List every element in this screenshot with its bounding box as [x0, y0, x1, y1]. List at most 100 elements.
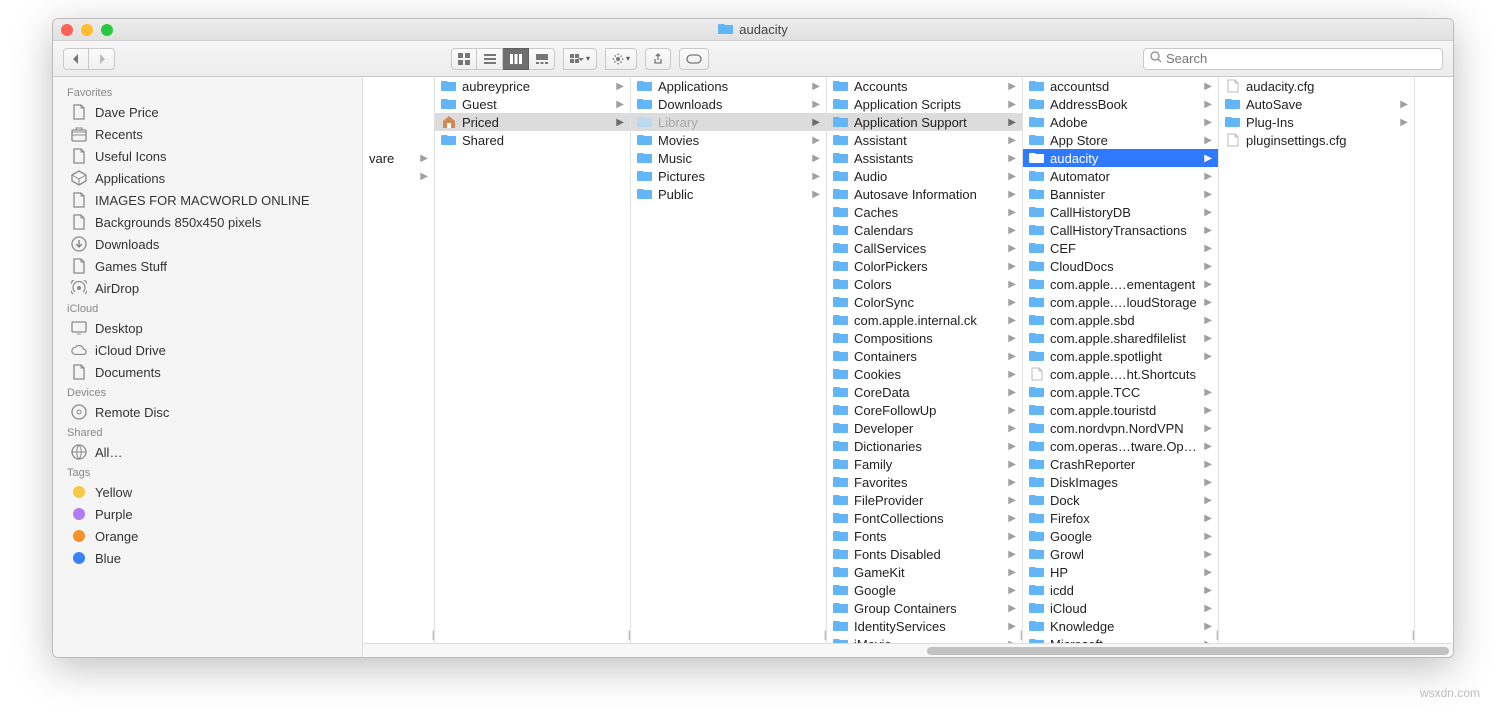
list-item[interactable]: Public▶: [631, 185, 826, 203]
list-item[interactable]: iMovie▶: [827, 635, 1022, 643]
sidebar-item-useful-icons[interactable]: Useful Icons: [53, 145, 362, 167]
close-window-button[interactable]: [61, 24, 73, 36]
list-item[interactable]: Fonts Disabled▶: [827, 545, 1022, 563]
sidebar-item-purple[interactable]: Purple: [53, 503, 362, 525]
gallery-view-button[interactable]: [529, 48, 555, 70]
column-4[interactable]: accountsd▶AddressBook▶Adobe▶App Store▶au…: [1023, 77, 1219, 643]
list-item[interactable]: com.apple.sharedfilelist▶: [1023, 329, 1218, 347]
sidebar-item-icloud-drive[interactable]: iCloud Drive: [53, 339, 362, 361]
list-view-button[interactable]: [477, 48, 503, 70]
list-item[interactable]: Microsoft▶: [1023, 635, 1218, 643]
list-item[interactable]: Calendars▶: [827, 221, 1022, 239]
list-item[interactable]: Audio▶: [827, 167, 1022, 185]
sidebar-item-backgrounds-850x450-pixels[interactable]: Backgrounds 850x450 pixels: [53, 211, 362, 233]
list-item[interactable]: icdd▶: [1023, 581, 1218, 599]
tags-button[interactable]: [679, 48, 709, 70]
list-item[interactable]: com.apple.sbd▶: [1023, 311, 1218, 329]
list-item[interactable]: iCloud▶: [1023, 599, 1218, 617]
list-item[interactable]: com.apple.…loudStorage▶: [1023, 293, 1218, 311]
column-resize-handle[interactable]: ||: [432, 630, 433, 641]
sidebar-item-dave-price[interactable]: Dave Price: [53, 101, 362, 123]
list-item[interactable]: Knowledge▶: [1023, 617, 1218, 635]
list-item[interactable]: Adobe▶: [1023, 113, 1218, 131]
list-item[interactable]: com.apple.internal.ck▶: [827, 311, 1022, 329]
column-1[interactable]: aubreyprice▶Guest▶Priced▶Shared||: [435, 77, 631, 643]
list-item[interactable]: Application Support▶: [827, 113, 1022, 131]
titlebar[interactable]: audacity: [53, 19, 1453, 41]
list-item[interactable]: vare▶: [363, 149, 434, 167]
list-item[interactable]: Favorites▶: [827, 473, 1022, 491]
list-item[interactable]: Growl▶: [1023, 545, 1218, 563]
list-item[interactable]: Group Containers▶: [827, 599, 1022, 617]
list-item[interactable]: com.operas…tware.Opera▶: [1023, 437, 1218, 455]
list-item[interactable]: GameKit▶: [827, 563, 1022, 581]
list-item[interactable]: ColorPickers▶: [827, 257, 1022, 275]
list-item[interactable]: CallServices▶: [827, 239, 1022, 257]
list-item[interactable]: Google▶: [827, 581, 1022, 599]
sidebar-item-desktop[interactable]: Desktop: [53, 317, 362, 339]
column-5[interactable]: audacity.cfgAutoSave▶Plug-Ins▶pluginsett…: [1219, 77, 1415, 643]
sidebar-item-applications[interactable]: Applications: [53, 167, 362, 189]
list-item[interactable]: Containers▶: [827, 347, 1022, 365]
list-item[interactable]: DiskImages▶: [1023, 473, 1218, 491]
list-item[interactable]: Bannister▶: [1023, 185, 1218, 203]
list-item[interactable]: CallHistoryDB▶: [1023, 203, 1218, 221]
list-item[interactable]: com.apple.TCC▶: [1023, 383, 1218, 401]
list-item[interactable]: com.apple.spotlight▶: [1023, 347, 1218, 365]
list-item[interactable]: CallHistoryTransactions▶: [1023, 221, 1218, 239]
list-item[interactable]: Family▶: [827, 455, 1022, 473]
list-item[interactable]: Colors▶: [827, 275, 1022, 293]
search-input[interactable]: [1166, 51, 1436, 66]
sidebar-item-all-[interactable]: All…: [53, 441, 362, 463]
minimize-window-button[interactable]: [81, 24, 93, 36]
sidebar-item-blue[interactable]: Blue: [53, 547, 362, 569]
list-item[interactable]: Movies▶: [631, 131, 826, 149]
list-item[interactable]: ColorSync▶: [827, 293, 1022, 311]
list-item[interactable]: CrashReporter▶: [1023, 455, 1218, 473]
list-item[interactable]: Fonts▶: [827, 527, 1022, 545]
list-item[interactable]: FontCollections▶: [827, 509, 1022, 527]
column-0[interactable]: vare▶▶||: [363, 77, 435, 643]
column-3[interactable]: Accounts▶Application Scripts▶Application…: [827, 77, 1023, 643]
list-item[interactable]: pluginsettings.cfg: [1219, 131, 1414, 149]
column-view-button[interactable]: [503, 48, 529, 70]
list-item[interactable]: Cookies▶: [827, 365, 1022, 383]
list-item[interactable]: audacity.cfg: [1219, 77, 1414, 95]
action-menu-button[interactable]: ▾: [605, 48, 637, 70]
horizontal-scrollbar[interactable]: [363, 643, 1453, 657]
list-item[interactable]: Compositions▶: [827, 329, 1022, 347]
column-resize-handle[interactable]: ||: [1216, 630, 1217, 641]
list-item[interactable]: AutoSave▶: [1219, 95, 1414, 113]
icon-view-button[interactable]: [451, 48, 477, 70]
sidebar-item-orange[interactable]: Orange: [53, 525, 362, 547]
list-item[interactable]: HP▶: [1023, 563, 1218, 581]
list-item[interactable]: Developer▶: [827, 419, 1022, 437]
list-item[interactable]: App Store▶: [1023, 131, 1218, 149]
list-item[interactable]: IdentityServices▶: [827, 617, 1022, 635]
zoom-window-button[interactable]: [101, 24, 113, 36]
arrange-button[interactable]: ▾: [563, 48, 597, 70]
search-field[interactable]: [1143, 48, 1443, 70]
list-item[interactable]: Firefox▶: [1023, 509, 1218, 527]
list-item[interactable]: Assistants▶: [827, 149, 1022, 167]
list-item[interactable]: Pictures▶: [631, 167, 826, 185]
back-button[interactable]: [63, 48, 89, 70]
list-item[interactable]: Dock▶: [1023, 491, 1218, 509]
list-item[interactable]: CloudDocs▶: [1023, 257, 1218, 275]
sidebar-item-downloads[interactable]: Downloads: [53, 233, 362, 255]
list-item[interactable]: CEF▶: [1023, 239, 1218, 257]
list-item[interactable]: Application Scripts▶: [827, 95, 1022, 113]
list-item[interactable]: CoreData▶: [827, 383, 1022, 401]
list-item[interactable]: com.apple.…ementagent▶: [1023, 275, 1218, 293]
list-item[interactable]: Accounts▶: [827, 77, 1022, 95]
column-resize-handle[interactable]: ||: [824, 630, 825, 641]
sidebar-item-airdrop[interactable]: AirDrop: [53, 277, 362, 299]
list-item[interactable]: Autosave Information▶: [827, 185, 1022, 203]
list-item[interactable]: Automator▶: [1023, 167, 1218, 185]
column-resize-handle[interactable]: ||: [628, 630, 629, 641]
list-item[interactable]: Downloads▶: [631, 95, 826, 113]
sidebar-item-yellow[interactable]: Yellow: [53, 481, 362, 503]
sidebar-item-images-for-macworld-online[interactable]: IMAGES FOR MACWORLD ONLINE: [53, 189, 362, 211]
list-item[interactable]: Music▶: [631, 149, 826, 167]
list-item[interactable]: com.nordvpn.NordVPN▶: [1023, 419, 1218, 437]
